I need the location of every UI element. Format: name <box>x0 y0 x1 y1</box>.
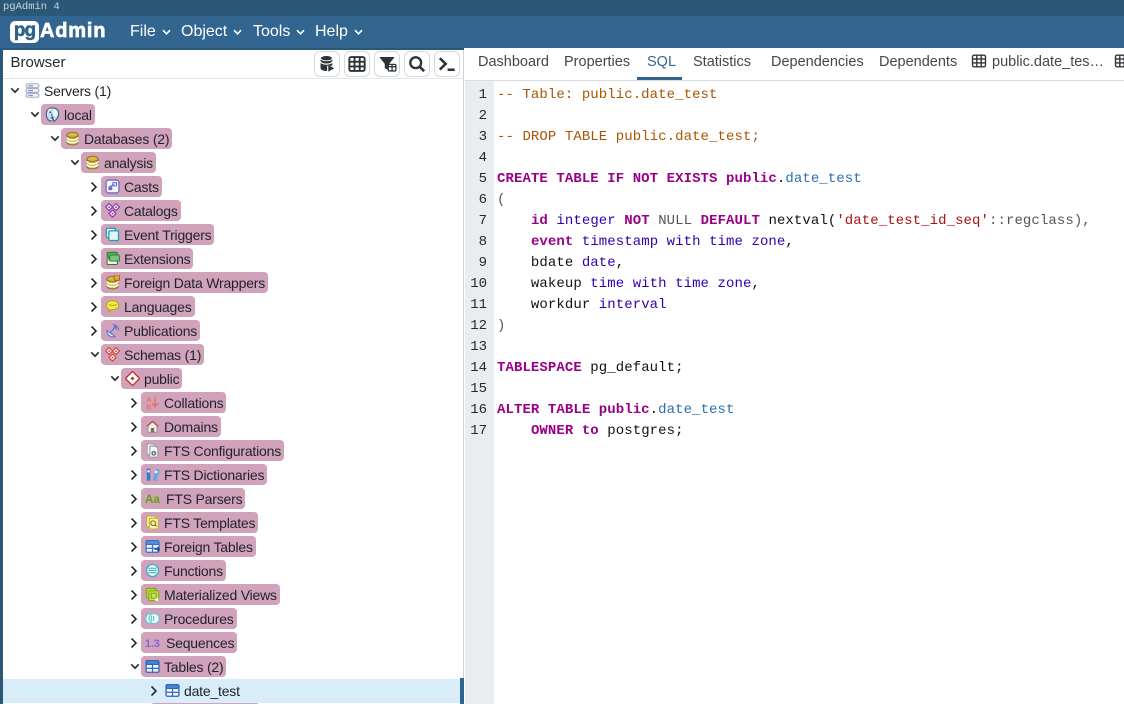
svg-text:1.3: 1.3 <box>145 638 160 650</box>
svg-text:Aa: Aa <box>145 493 160 506</box>
svg-text:B: B <box>146 402 152 410</box>
